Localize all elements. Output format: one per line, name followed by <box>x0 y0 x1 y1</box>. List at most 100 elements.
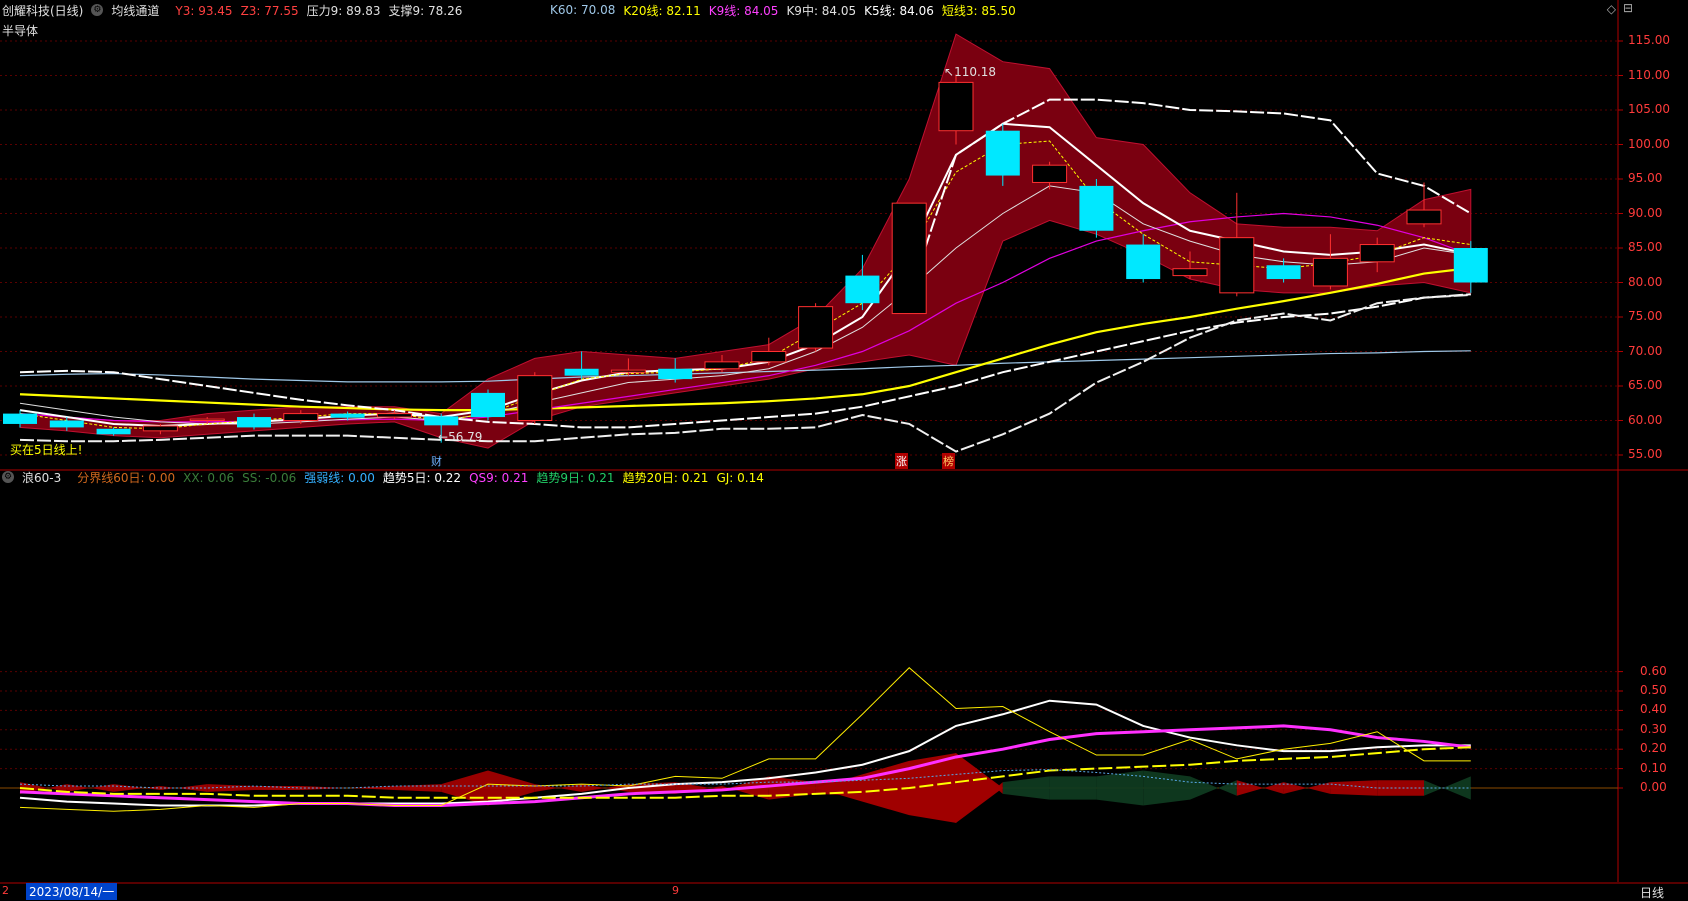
candle-body-up <box>283 413 319 422</box>
candle-body-up <box>704 361 740 370</box>
candle-body-down <box>96 428 131 435</box>
sub-value-6: 趋势9日: 0.21 <box>536 470 615 485</box>
price-axis-label: 110.00 <box>1628 67 1670 82</box>
candle-body-down <box>1266 265 1301 280</box>
sub-value-8: GJ: 0.14 <box>716 470 764 485</box>
sub-value-3: 强弱线: 0.00 <box>304 470 375 485</box>
osc-area <box>1236 780 1284 796</box>
candle-body-up <box>1406 209 1442 225</box>
marker-cai[interactable]: 财 <box>430 453 443 469</box>
candle-body-down <box>985 130 1020 176</box>
candle-body-up <box>1219 237 1255 294</box>
price-axis-label: 90.00 <box>1628 205 1663 220</box>
main-value-right-3: K9中: 84.05 <box>786 3 857 18</box>
osc-area <box>1190 776 1237 800</box>
candle-body-down <box>564 368 599 376</box>
candle-body-up <box>1312 257 1348 287</box>
main-value-right-2: K9线: 84.05 <box>708 3 779 18</box>
main-indicator-values: Y3: 93.45 Z3: 77.55 压力9: 89.83 支撑9: 78.26 <box>175 2 470 19</box>
osc-axis-label: 0.20 <box>1640 741 1667 756</box>
sub-header: ⚙ 浪60-3 分界线60日: 0.00 XX: 0.06 SS: -0.06 强弱线… <box>2 468 780 486</box>
osc-axis-label: 0.30 <box>1640 721 1667 736</box>
osc-area <box>1330 780 1378 796</box>
marker-bang[interactable]: 榜 <box>942 453 955 469</box>
main-value-0: Y3: 93.45 <box>175 3 233 18</box>
bottom-bar: 2 2023/08/14/一 9 <box>0 883 1618 900</box>
candle-body-up <box>1359 244 1395 263</box>
main-indicator-values-right: K60: 70.08 K20线: 82.11 K9线: 84.05 K9中: 84.0… <box>550 1 1024 19</box>
gear-icon[interactable]: ⚙ <box>91 4 104 16</box>
main-value-1: Z3: 77.55 <box>240 3 299 18</box>
candle-body-down <box>1126 244 1161 280</box>
candle-body-down <box>424 416 459 426</box>
osc-axis-label: 0.00 <box>1640 780 1667 794</box>
price-axis-label: 105.00 <box>1628 102 1670 116</box>
candle-body-up <box>798 306 834 349</box>
osc-axis-label: 0.60 <box>1640 663 1667 678</box>
signal-text: 买在5日线上! <box>10 443 83 457</box>
osc-area <box>347 786 395 790</box>
candle-body-down <box>330 413 365 418</box>
sector-label: 半导体 <box>2 24 39 38</box>
candle-body-up <box>891 202 927 315</box>
candle-body-down <box>658 368 693 380</box>
candle-body-up <box>517 375 553 421</box>
candle-body-up <box>751 351 787 363</box>
price-axis-label: 80.00 <box>1628 274 1663 289</box>
main-value-right-0: K60: 70.08 <box>550 3 616 17</box>
main-value-3: 支撑9: 78.26 <box>388 3 463 18</box>
low-price-value: 56.79 <box>448 430 483 444</box>
osc-area <box>394 784 442 792</box>
price-axis-label: 115.00 <box>1628 33 1670 47</box>
price-axis-label: 85.00 <box>1628 240 1663 254</box>
high-price-label: ↖110.18 <box>944 65 997 79</box>
price-axis-label: 70.00 <box>1628 343 1663 358</box>
price-axis-label: 75.00 <box>1628 309 1663 323</box>
low-price-label: ←56.79 <box>438 430 483 444</box>
candle-body-down <box>471 392 505 418</box>
gear-icon-sub[interactable]: ⚙ <box>2 471 14 483</box>
chart-canvas[interactable] <box>0 0 1688 900</box>
price-axis-label: 55.00 <box>1628 447 1663 461</box>
candle-body-up <box>189 418 225 421</box>
price-axis-label: 60.00 <box>1628 412 1663 427</box>
k9mid-line <box>19 185 1471 425</box>
sub-value-1: XX: 0.06 <box>183 470 235 485</box>
stock-name: 创耀科技(日线) <box>2 3 84 18</box>
sub-indicator-values: 分界线60日: 0.00 XX: 0.06 SS: -0.06 强弱线: 0.00 趋势… <box>77 469 772 486</box>
candle-body-up <box>1172 268 1208 277</box>
price-axis-label: 95.00 <box>1628 171 1663 185</box>
diamond-icon[interactable]: ◇ <box>1607 2 1616 16</box>
candle-body-down <box>1079 185 1114 231</box>
osc-area <box>207 784 254 792</box>
sub-value-2: SS: -0.06 <box>242 470 297 485</box>
bottom-mark-mid: 9 <box>672 884 679 897</box>
main-indicator-name[interactable]: 均线通道 <box>111 2 159 19</box>
candle-body-up <box>938 81 974 132</box>
osc-axis-label: 0.50 <box>1640 683 1667 697</box>
sub-value-5: QS9: 0.21 <box>469 470 529 485</box>
marker-zhang[interactable]: 涨 <box>895 453 908 469</box>
osc-axis-label: 0.40 <box>1640 702 1667 717</box>
candle-body-down <box>845 275 880 304</box>
candle-body-up <box>142 425 178 432</box>
osc-area <box>1002 776 1050 800</box>
main-value-right-1: K20线: 82.11 <box>623 3 701 18</box>
period-label[interactable]: 日线 <box>1640 884 1664 901</box>
candle-body-down <box>3 413 37 424</box>
minimize-icon[interactable]: ⊟ <box>1623 1 1633 15</box>
main-value-right-4: K5线: 84.06 <box>864 3 934 18</box>
candle-body-up <box>610 369 646 373</box>
main-value-2: 压力9: 89.83 <box>306 3 381 18</box>
sub-indicator-name[interactable]: 浪60-3 <box>22 469 61 486</box>
candle-body-up <box>1032 164 1068 183</box>
date-label: 2023/08/14/一 <box>26 883 118 900</box>
candle-body-down <box>49 420 84 428</box>
sub-value-4: 趋势5日: 0.22 <box>382 470 462 485</box>
high-price-value: 110.18 <box>954 65 997 79</box>
qs9-line <box>19 724 1471 807</box>
price-axis-label: 100.00 <box>1628 136 1670 151</box>
candle-body-up <box>376 413 412 418</box>
sub-value-7: 趋势20日: 0.21 <box>622 470 709 485</box>
osc-area <box>66 784 114 792</box>
